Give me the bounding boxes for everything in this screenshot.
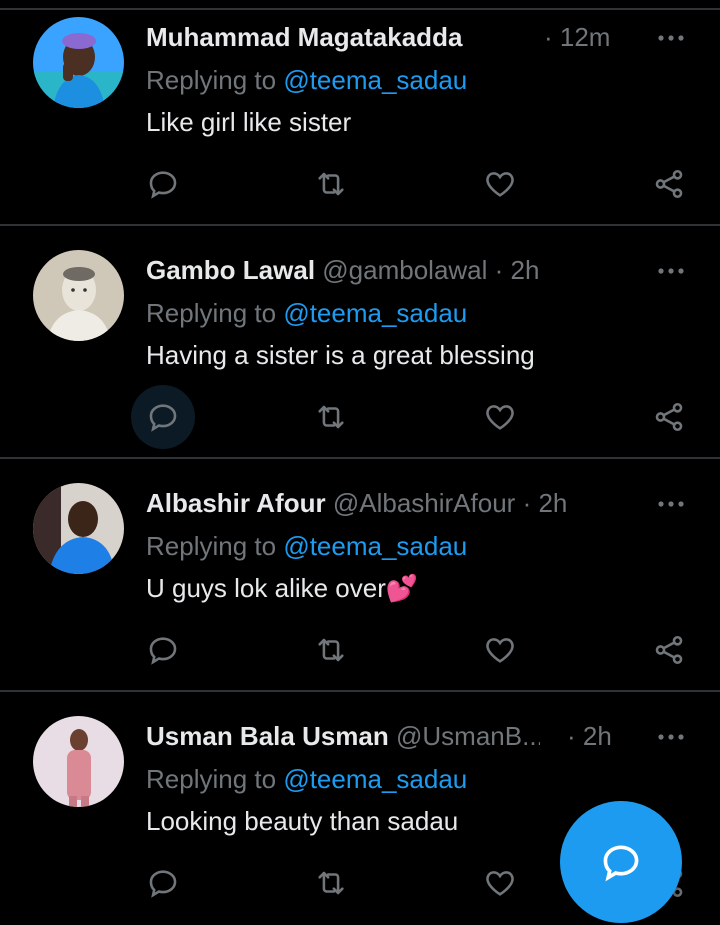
timestamp[interactable]: · 2h xyxy=(495,255,540,285)
replying-prefix: Replying to xyxy=(146,531,284,561)
reply-button[interactable] xyxy=(131,618,195,682)
replying-prefix: Replying to xyxy=(146,764,284,794)
mention-link[interactable]: @teema_sadau xyxy=(283,298,467,328)
share-button[interactable] xyxy=(637,618,701,682)
timestamp[interactable]: · 2h xyxy=(523,488,568,518)
mention-link[interactable]: @teema_sadau xyxy=(283,531,467,561)
share-button[interactable] xyxy=(637,152,701,216)
tweet-text: Like girl like sister xyxy=(146,107,352,137)
replying-line: Replying to @teema_sadau xyxy=(146,531,467,562)
tweet-1[interactable]: Muhammad Magatakadda @... · 12m Replying… xyxy=(0,12,720,226)
author-name[interactable]: Albashir Afour xyxy=(146,488,326,518)
mention-link[interactable]: @teema_sadau xyxy=(283,65,467,95)
retweet-icon xyxy=(318,405,344,429)
tweet-text: U guys lok alike over💕 xyxy=(146,573,419,603)
retweet-icon xyxy=(318,871,344,895)
tweet-header: Muhammad Magatakadda @... xyxy=(146,22,465,58)
retweet-button[interactable] xyxy=(299,851,363,915)
avatar[interactable] xyxy=(33,17,124,108)
like-button[interactable] xyxy=(468,851,532,915)
speech-bubble-icon xyxy=(149,637,177,665)
share-button[interactable] xyxy=(637,385,701,449)
tweet-header: Gambo Lawal @gambolawal · 2h xyxy=(146,255,610,291)
share-icon xyxy=(655,402,683,432)
more-dots-icon[interactable] xyxy=(656,727,686,747)
tweet-header: Albashir Afour @AlbashirAfour · 2h xyxy=(146,488,610,524)
author-handle[interactable]: @UsmanB... xyxy=(396,721,540,751)
speech-bubble-icon xyxy=(149,870,177,898)
heart-icon xyxy=(486,405,514,430)
action-bar xyxy=(0,618,720,682)
action-bar xyxy=(0,385,720,449)
replying-prefix: Replying to xyxy=(146,298,284,328)
tweet-text: Looking beauty than sadau xyxy=(146,806,459,836)
retweet-button[interactable] xyxy=(299,152,363,216)
retweet-icon xyxy=(318,172,344,196)
like-button[interactable] xyxy=(468,385,532,449)
mention-link[interactable]: @teema_sadau xyxy=(283,764,467,794)
like-button[interactable] xyxy=(468,152,532,216)
retweet-button[interactable] xyxy=(299,618,363,682)
author-handle[interactable]: @AlbashirAfour xyxy=(333,488,515,518)
author-handle[interactable]: @gambolawal xyxy=(322,255,487,285)
retweet-icon xyxy=(318,638,344,662)
avatar[interactable] xyxy=(33,483,124,574)
author-name[interactable]: Muhammad Magatakadda xyxy=(146,22,462,52)
reply-button[interactable] xyxy=(131,851,195,915)
more-dots-icon[interactable] xyxy=(656,261,686,281)
reply-button[interactable] xyxy=(131,385,195,449)
avatar[interactable] xyxy=(33,716,124,807)
avatar[interactable] xyxy=(33,250,124,341)
compose-reply-button[interactable] xyxy=(560,801,682,923)
timestamp[interactable]: · 2h xyxy=(567,721,612,752)
tweet-text: Having a sister is a great blessing xyxy=(146,340,535,370)
reply-button[interactable] xyxy=(131,152,195,216)
retweet-button[interactable] xyxy=(299,385,363,449)
replying-line: Replying to @teema_sadau xyxy=(146,65,467,96)
more-dots-icon[interactable] xyxy=(656,494,686,514)
share-icon xyxy=(655,169,683,199)
speech-bubble-icon xyxy=(149,404,177,432)
replying-line: Replying to @teema_sadau xyxy=(146,764,467,795)
action-bar xyxy=(0,152,720,216)
tweet-2[interactable]: Gambo Lawal @gambolawal · 2h Replying to… xyxy=(0,245,720,459)
heart-icon xyxy=(486,638,514,663)
heart-icon xyxy=(486,172,514,197)
tweet-header: Usman Bala Usman @UsmanB... xyxy=(146,721,540,757)
heart-icon xyxy=(486,871,514,896)
author-name[interactable]: Usman Bala Usman xyxy=(146,721,389,751)
replying-prefix: Replying to xyxy=(146,65,284,95)
author-name[interactable]: Gambo Lawal xyxy=(146,255,315,285)
speech-bubble-icon xyxy=(149,171,177,199)
share-icon xyxy=(655,635,683,665)
top-divider xyxy=(0,8,720,10)
more-dots-icon[interactable] xyxy=(656,28,686,48)
tweet-3[interactable]: Albashir Afour @AlbashirAfour · 2h Reply… xyxy=(0,478,720,692)
timestamp[interactable]: · 12m xyxy=(544,22,610,53)
compose-reply-icon xyxy=(603,845,639,882)
replying-line: Replying to @teema_sadau xyxy=(146,298,467,329)
like-button[interactable] xyxy=(468,618,532,682)
